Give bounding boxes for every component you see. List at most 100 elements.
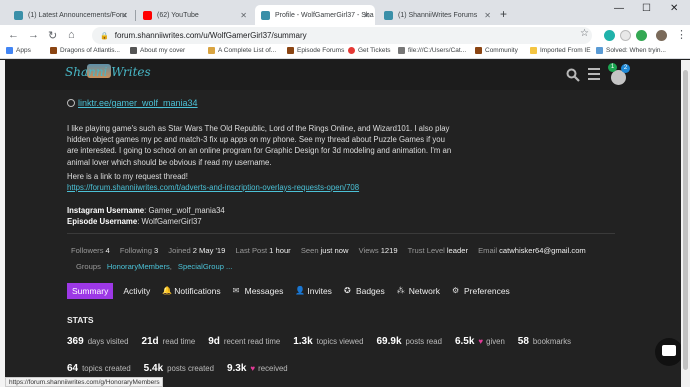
joined-date: 2 May '19 xyxy=(192,246,226,255)
tab-announcements[interactable]: (1) Latest Announcements/Foru ✕ xyxy=(8,6,133,25)
profile-bio: I like playing game's such as Star Wars … xyxy=(67,124,452,167)
message-count-badge[interactable]: 2 xyxy=(621,64,630,73)
tab-preferences[interactable]: ⚙ Preferences xyxy=(452,286,510,296)
request-thread-link[interactable]: https://forum.shanniiwrites.com/t/advert… xyxy=(67,183,359,192)
bookmark-complete-list[interactable]: A Complete List of... xyxy=(208,47,276,54)
joined-label: Joined xyxy=(168,246,191,255)
site-header: Shanni Writes 1 2 xyxy=(5,60,681,90)
forum-favicon-icon xyxy=(261,10,270,20)
bookmark-favicon-icon xyxy=(348,47,355,54)
home-icon[interactable]: ⌂ xyxy=(68,29,75,41)
bookmark-favicon-icon xyxy=(208,47,215,54)
bookmark-episode-forums[interactable]: Episode Forums xyxy=(287,47,344,54)
profile-avatar-icon[interactable] xyxy=(656,30,667,41)
window-close-icon[interactable]: ✕ xyxy=(670,3,678,14)
close-icon[interactable]: ✕ xyxy=(240,11,247,20)
group-link[interactable]: SpecialGroup ... xyxy=(178,262,232,271)
following-label: Following xyxy=(119,246,152,255)
divider xyxy=(67,233,615,234)
email-label: Email xyxy=(478,246,498,255)
minimize-icon[interactable]: — xyxy=(614,3,624,14)
browser-menu-icon[interactable]: ⋮ xyxy=(676,28,687,41)
stat-days-visited: 369 days visited xyxy=(67,336,129,347)
user-plus-icon: 👤 xyxy=(295,285,306,295)
stat-topics-viewed: 1.3k topics viewed xyxy=(293,336,364,347)
stat-topics-created: 64 topics created xyxy=(67,363,131,374)
bookmark-apps[interactable]: Apps xyxy=(6,47,31,54)
apps-grid-icon xyxy=(6,47,13,54)
last-post-value[interactable]: 1 hour xyxy=(269,246,291,255)
browser-tab-strip: (1) Latest Announcements/Foru ✕ (62) You… xyxy=(0,0,690,25)
heart-icon: ♥ xyxy=(250,364,256,373)
folder-icon xyxy=(530,47,537,54)
trust-level-value: leader xyxy=(446,246,468,255)
address-bar[interactable]: 🔒 forum.shanniiwrites.com/u/WolfGamerGir… xyxy=(92,27,592,44)
profile-nav: Summary Activity 🔔 Notifications ✉ Message… xyxy=(67,282,522,299)
followers-count: 4 xyxy=(105,246,110,255)
bookmark-dragons[interactable]: Dragons of Atlantis... xyxy=(50,47,120,54)
groups-label: Groups xyxy=(76,262,101,271)
followers-label: Followers xyxy=(71,246,104,255)
tab-messages[interactable]: ✉ Messages xyxy=(233,286,284,296)
tab-summary[interactable]: Summary xyxy=(67,282,114,299)
profile-groups: Groups HonoraryMembers, SpecialGroup ... xyxy=(76,262,233,271)
maximize-icon[interactable]: ☐ xyxy=(642,3,651,14)
bookmark-star-icon[interactable]: ☆ xyxy=(580,28,589,39)
views-count: 1219 xyxy=(380,246,398,255)
envelope-icon: ✉ xyxy=(232,285,240,295)
stat-likes-given: 6.5k ♥ given xyxy=(454,336,505,347)
close-icon[interactable]: ✕ xyxy=(121,11,128,20)
scrollbar-thumb[interactable] xyxy=(683,70,688,370)
close-icon[interactable]: ✕ xyxy=(484,11,491,20)
forward-icon[interactable]: → xyxy=(28,29,39,41)
tab-label: (62) YouTube xyxy=(157,12,199,19)
stats-row-2: 64 topics created 5.4k posts created 9.3k ♥… xyxy=(67,363,301,374)
tab-invites[interactable]: 👤 Invites xyxy=(295,286,332,296)
gear-icon: ⚙ xyxy=(451,285,460,295)
address-url: forum.shanniiwrites.com/u/WolfGamerGirl3… xyxy=(114,31,307,40)
site-logo[interactable]: Shanni Writes xyxy=(65,65,151,79)
tab-separator xyxy=(135,10,136,21)
extension-icon[interactable] xyxy=(620,30,631,41)
stats-row-1: 369 days visited 21d read time 9d recent re… xyxy=(67,336,584,347)
tab-youtube[interactable]: (62) YouTube ✕ xyxy=(137,6,252,25)
hamburger-menu-icon[interactable] xyxy=(588,68,600,83)
bookmark-favicon-icon xyxy=(50,47,57,54)
bookmark-file[interactable]: file:///C:/Users/Cat... xyxy=(398,47,466,54)
tab-forums[interactable]: (1) ShanniiWrites Forums ✕ xyxy=(378,6,496,25)
tab-activity[interactable]: Activity xyxy=(123,286,150,296)
tab-notifications[interactable]: 🔔 Notifications xyxy=(162,286,220,296)
tab-network[interactable]: ⁂ Network xyxy=(397,286,440,296)
stat-bookmarks: 58 bookmarks xyxy=(517,336,572,347)
stat-posts-created: 5.4k posts created xyxy=(143,363,214,374)
bookmark-get-tickets[interactable]: Get Tickets xyxy=(348,47,391,54)
browser-toolbar: ← → ↻ ⌂ 🔒 forum.shanniiwrites.com/u/Wolf… xyxy=(0,25,690,46)
profile-website-link[interactable]: linktr.ee/gamer_wolf_mania34 xyxy=(67,98,198,108)
bookmark-imported-ie[interactable]: Imported From IE xyxy=(530,47,591,54)
notification-count-badge[interactable]: 1 xyxy=(608,63,617,72)
bookmark-favicon-icon xyxy=(130,47,137,54)
bookmark-cover[interactable]: About my cover xyxy=(130,47,185,54)
stat-posts-read: 69.9k posts read xyxy=(376,336,442,347)
chat-button[interactable] xyxy=(655,338,683,366)
group-link[interactable]: HonoraryMembers xyxy=(107,262,170,271)
reload-icon[interactable]: ↻ xyxy=(48,29,57,42)
close-icon[interactable]: ✕ xyxy=(363,11,370,20)
globe-icon xyxy=(67,99,75,107)
seen-value: just now xyxy=(320,246,349,255)
tab-badges[interactable]: ✪ Badges xyxy=(344,286,385,296)
grammarly-icon[interactable] xyxy=(604,30,615,41)
search-icon[interactable] xyxy=(566,68,580,82)
extension-green-icon[interactable] xyxy=(636,30,647,41)
forum-page: Shanni Writes 1 2 linktr.ee/gamer_wolf_m… xyxy=(5,60,683,387)
bookmark-community[interactable]: Community xyxy=(475,47,518,54)
tab-profile[interactable]: Profile - WolfGamerGirl37 - Sha ✕ xyxy=(255,5,375,25)
bookmark-favicon-icon xyxy=(475,47,482,54)
chat-bubble-icon xyxy=(662,345,676,356)
request-intro-text: Here is a link to my request thread! xyxy=(67,172,188,181)
new-tab-icon[interactable]: + xyxy=(500,7,507,21)
back-icon[interactable]: ← xyxy=(8,29,19,41)
views-label: Views xyxy=(358,246,379,255)
bookmark-solved[interactable]: Solved: When tryin... xyxy=(596,47,666,54)
bookmark-favicon-icon xyxy=(596,47,603,54)
